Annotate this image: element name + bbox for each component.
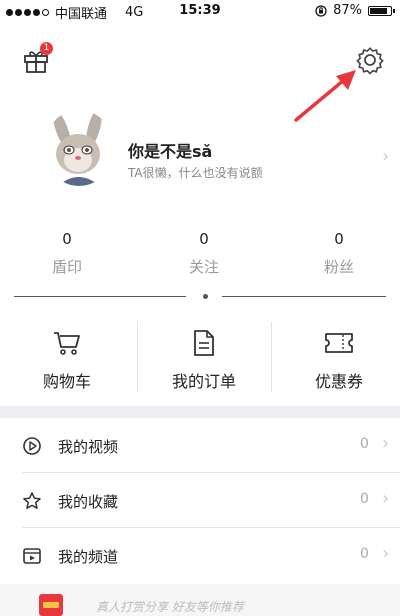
shortcut-separator [271,322,272,392]
stat-label: 盾印 [51,258,82,276]
rotation-lock-icon [315,4,327,17]
stat-label: 粉丝 [323,258,354,276]
shortcut-label: 购物车 [42,372,91,391]
menu-item-label: 我的视频 [58,438,119,456]
battery-percent: 87% [333,3,362,18]
chevron-right-icon: › [382,433,390,454]
shortcut-separator [137,322,138,392]
notification-badge: 1 [40,42,53,55]
username: 你是不是sǎ [128,142,213,161]
divider-dot [203,294,208,299]
stat-value: 0 [199,230,209,248]
video-play-icon [23,437,41,455]
shortcut-coupons[interactable]: 优惠券 [279,328,399,392]
section-gap [0,406,400,418]
promo-text: 真人打赏分享 好友等你推荐 [96,600,244,614]
profile-chevron-icon[interactable]: › [382,146,389,167]
menu-item-count: 0 [360,436,369,452]
status-bar: 中国联通 4G 15:39 87% [0,0,400,22]
menu-item-count: 0 [360,491,369,507]
menu-item-favorites[interactable]: 我的收藏 0 › [0,473,400,528]
star-icon [23,492,41,509]
shortcut-orders[interactable]: 我的订单 [144,328,264,392]
status-right: 87% [315,3,395,18]
divider-left [14,296,186,297]
menu-item-label: 我的收藏 [58,493,119,511]
stat-dunyin[interactable]: 0 盾印 [7,230,127,277]
menu-item-count: 0 [360,546,369,562]
menu-item-videos[interactable]: 我的视频 0 › [0,418,400,473]
battery-icon [368,5,395,16]
battery-fill [370,7,388,14]
stat-following[interactable]: 0 关注 [144,230,264,277]
user-bio: TA很懒，什么也没有说额 [128,166,263,180]
stat-value: 0 [334,230,344,248]
stat-value: 0 [62,230,72,248]
shortcut-label: 优惠券 [314,372,363,391]
menu-item-label: 我的频道 [58,548,119,566]
red-envelope-icon [39,594,63,616]
chevron-right-icon: › [382,543,390,564]
stat-label: 关注 [188,258,219,276]
shortcut-label: 我的订单 [171,372,236,391]
shortcut-cart[interactable]: 购物车 [7,328,127,392]
channel-icon [23,548,41,564]
menu-item-channels[interactable]: 我的频道 0 › [0,528,400,583]
divider-right [222,296,386,297]
chevron-right-icon: › [382,488,390,509]
shopping-cart-icon [54,332,80,355]
avatar[interactable] [44,110,114,186]
stat-followers[interactable]: 0 粉丝 [279,230,399,277]
annotation-arrow [294,70,356,122]
order-document-icon [194,330,214,356]
coupon-icon [325,333,353,353]
